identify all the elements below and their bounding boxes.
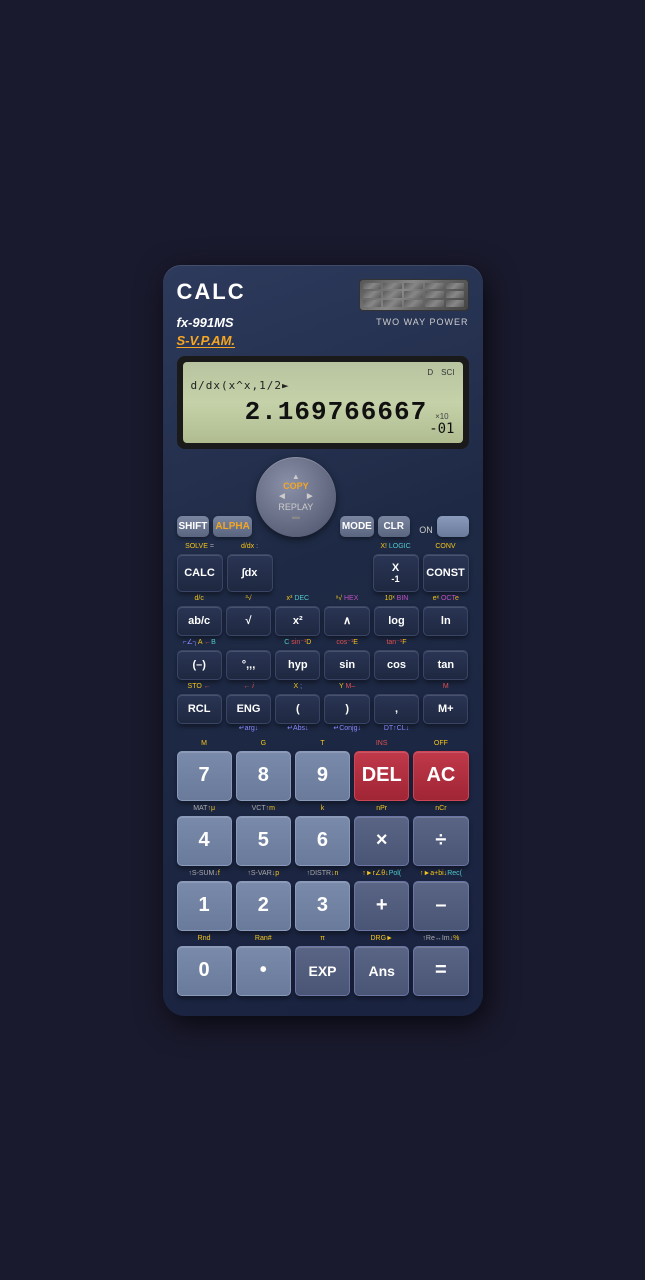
display-exp-base: ×10	[435, 412, 449, 421]
tan-button[interactable]: tan	[423, 650, 468, 680]
brand-label: CALC	[177, 279, 246, 305]
const-sublabel: CONV	[423, 543, 469, 553]
divide-button[interactable]: ÷	[413, 816, 468, 866]
key-8[interactable]: 8	[236, 751, 291, 801]
on-button[interactable]	[437, 516, 469, 537]
multiply-button[interactable]: ×	[354, 816, 409, 866]
copy-label: COPY	[283, 481, 309, 491]
alpha-wrapper: ALPHA	[213, 506, 251, 537]
solar-panel	[359, 279, 469, 311]
key-1[interactable]: 1	[177, 881, 232, 931]
rparen-button[interactable]: )	[324, 694, 369, 724]
rcl-button[interactable]: RCL	[177, 694, 222, 724]
power-label: TWO WAY POWER	[376, 317, 468, 327]
top-bar: CALC	[177, 279, 469, 311]
indicator-d: D	[427, 368, 433, 377]
del-button[interactable]: DEL	[354, 751, 409, 801]
shift-button[interactable]: SHIFT	[177, 516, 210, 537]
xinverse-button[interactable]: X -1	[373, 554, 419, 592]
shift-wrapper: SHIFT	[177, 506, 210, 537]
indicator-sci: SCI	[441, 368, 454, 377]
key-0[interactable]: 0	[177, 946, 232, 996]
model-row: fx-991MS TWO WAY POWER	[177, 315, 469, 330]
display-line2: 2.169766667 ×10 -01	[191, 397, 455, 437]
ln-button[interactable]: ln	[423, 606, 468, 636]
shift-sublabel	[177, 506, 210, 516]
display-screen: D SCI d/dx(x^x,1/2► 2.169766667 ×10 -01	[183, 362, 463, 443]
calculator-body: CALC fx-991MS TWO WAY POWER S-V.P.AM. D …	[163, 265, 483, 1016]
cos-button[interactable]: cos	[374, 650, 419, 680]
xsquared-button[interactable]: x²	[275, 606, 320, 636]
degrees-button[interactable]: °,,,	[226, 650, 271, 680]
key-5[interactable]: 5	[236, 816, 291, 866]
hyp-button[interactable]: hyp	[275, 650, 320, 680]
exp-button[interactable]: EXP	[295, 946, 350, 996]
mode-wrapper: MODE	[340, 506, 374, 537]
key-4[interactable]: 4	[177, 816, 232, 866]
abc-button[interactable]: ab/c	[177, 606, 222, 636]
key-2[interactable]: 2	[236, 881, 291, 931]
mplus-button[interactable]: M+	[423, 694, 468, 724]
alpha-button[interactable]: ALPHA	[213, 516, 251, 537]
replay-label: REPLAY	[278, 502, 313, 512]
display-exp-value: -01	[429, 421, 454, 437]
on-label: ON	[419, 525, 433, 535]
ans-button[interactable]: Ans	[354, 946, 409, 996]
const-button[interactable]: CONST	[423, 554, 469, 592]
key-9[interactable]: 9	[295, 751, 350, 801]
xinv-sublabel: X! LOGIC	[373, 543, 419, 553]
neg-button[interactable]: (–)	[177, 650, 222, 680]
log-button[interactable]: log	[374, 606, 419, 636]
ac-button[interactable]: AC	[413, 751, 468, 801]
plus-button[interactable]: +	[354, 881, 409, 931]
display-indicators: D SCI	[191, 368, 455, 377]
left-arrow-icon: ◄	[277, 491, 287, 502]
and-button[interactable]: ∧	[324, 606, 369, 636]
sqrt-button[interactable]: √	[226, 606, 271, 636]
eng-button[interactable]: ENG	[226, 694, 271, 724]
svpam-label: S-V.P.AM.	[177, 333, 236, 348]
replay-area: ▲ COPY ◄ ► REPLAY ▬	[256, 457, 336, 537]
replay-wheel[interactable]: ▲ COPY ◄ ► REPLAY ▬	[256, 457, 336, 537]
model-name: fx-991MS	[177, 315, 234, 330]
decimal-button[interactable]: •	[236, 946, 291, 996]
lparen-button[interactable]: (	[275, 694, 320, 724]
clr-button[interactable]: CLR	[378, 516, 410, 537]
comma-button[interactable]: ,	[374, 694, 419, 724]
mode-button[interactable]: MODE	[340, 516, 374, 537]
right-arrow-icon: ►	[305, 491, 315, 502]
display-exponent: ×10 -01	[429, 412, 454, 437]
key-3[interactable]: 3	[295, 881, 350, 931]
dx-sublabel: d/dx :	[227, 543, 273, 553]
key-7[interactable]: 7	[177, 751, 232, 801]
calc-sublabel: SOLVE =	[177, 543, 223, 553]
integral-button[interactable]: ∫dx	[227, 554, 273, 592]
display-outer: D SCI d/dx(x^x,1/2► 2.169766667 ×10 -01	[177, 356, 469, 449]
minus-button[interactable]: –	[413, 881, 468, 931]
calc-button[interactable]: CALC	[177, 554, 223, 592]
display-number: 2.169766667	[245, 397, 428, 427]
clr-wrapper: CLR	[378, 506, 410, 537]
on-wrapper	[437, 506, 469, 537]
equals-button[interactable]: =	[413, 946, 468, 996]
display-line1: d/dx(x^x,1/2►	[191, 379, 455, 395]
key-6[interactable]: 6	[295, 816, 350, 866]
sin-button[interactable]: sin	[324, 650, 369, 680]
